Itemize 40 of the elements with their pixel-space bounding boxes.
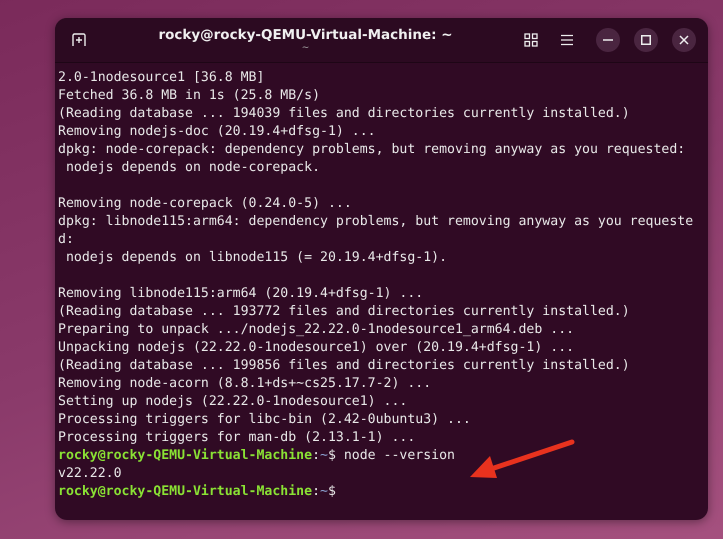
prompt-path: ~ bbox=[320, 484, 328, 499]
maximize-icon bbox=[641, 35, 651, 45]
new-tab-icon bbox=[71, 32, 87, 48]
terminal-output-line: Unpacking nodejs (22.22.0-1nodesource1) over (20.19.4+dfsg-1) ... bbox=[58, 339, 576, 357]
prompt-separator: : bbox=[312, 448, 320, 463]
terminal-output-line: Processing triggers for libc-bin (2.42-0ubuntu3) ... bbox=[58, 411, 472, 429]
terminal-output-line: Processing triggers for man-db (2.13.1-1) ... bbox=[58, 429, 416, 447]
prompt-path: ~ bbox=[320, 448, 328, 463]
terminal-output-line: (Reading database ... 193772 files and directories currently installed.) bbox=[58, 303, 631, 321]
typed-command: node --version bbox=[344, 448, 455, 463]
close-button[interactable] bbox=[672, 28, 696, 52]
terminal-output-line: Preparing to unpack .../nodejs_22.22.0-1nodesource1_arm64.deb ... bbox=[58, 321, 576, 339]
minimize-icon bbox=[603, 39, 613, 41]
terminal-output-line: Removing nodejs-doc (20.19.4+dfsg-1) ... bbox=[58, 123, 377, 141]
window-subtitle: ~ bbox=[302, 43, 310, 53]
close-icon bbox=[679, 35, 689, 45]
prompt-separator: : bbox=[312, 484, 320, 499]
prompt-symbol: $ bbox=[328, 484, 336, 499]
terminal-output-line: (Reading database ... 199856 files and directories currently installed.) bbox=[58, 357, 631, 375]
terminal-output-line: Setting up nodejs (22.22.0-1nodesource1) ... bbox=[58, 393, 408, 411]
minimize-button[interactable] bbox=[596, 28, 620, 52]
terminal-output-line: Removing libnode115:arm64 (20.19.4+dfsg-1) ... bbox=[58, 285, 424, 303]
window-title: rocky@rocky-QEMU-Virtual-Machine: ~ bbox=[158, 27, 453, 43]
terminal-output-line: d: bbox=[58, 231, 75, 249]
terminal-output-line: (Reading database ... 194039 files and directories currently installed.) bbox=[58, 105, 631, 123]
prompt-user-host: rocky@rocky-QEMU-Virtual-Machine bbox=[58, 484, 312, 499]
terminal-output-line: nodejs depends on libnode115 (= 20.19.4+dfsg-1). bbox=[64, 249, 448, 267]
terminal-output-line: v22.22.0 bbox=[58, 465, 123, 483]
terminal-output-line: Removing node-acorn (8.8.1+ds+~cs25.17.7-2) ... bbox=[58, 375, 432, 393]
prompt-user-host: rocky@rocky-QEMU-Virtual-Machine bbox=[58, 448, 312, 463]
terminal-output-line: Removing node-corepack (0.24.0-5) ... bbox=[58, 195, 353, 213]
terminal-output-line: nodejs depends on node-corepack. bbox=[64, 159, 322, 177]
grid-icon bbox=[524, 33, 538, 47]
prompt-symbol: $ bbox=[328, 448, 336, 463]
terminal-output-line: dpkg: libnode115:arm64: dependency problems, but removing anyway as you requeste bbox=[58, 213, 694, 231]
maximize-button[interactable] bbox=[634, 28, 658, 52]
terminal-output-line: Fetched 36.8 MB in 1s (25.8 MB/s) bbox=[58, 87, 322, 105]
terminal-output-line: dpkg: node-corepack: dependency problems, but removing anyway as you requested: bbox=[58, 141, 686, 159]
terminal-output-line: 2.0-1nodesource1 [36.8 MB] bbox=[58, 69, 266, 87]
menu-icon bbox=[560, 34, 574, 46]
